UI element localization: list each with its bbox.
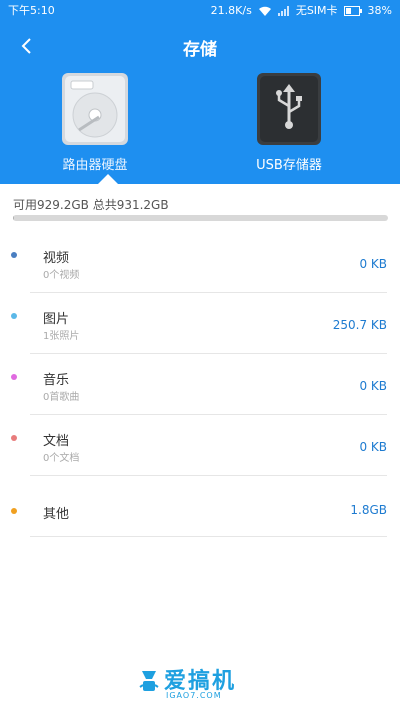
device-label-router: 路由器硬盘 xyxy=(62,158,128,173)
capacity-text: 可用929.2GB 总共931.2GB xyxy=(13,198,169,212)
category-dot-video xyxy=(11,252,17,258)
category-name: 音乐 xyxy=(43,373,70,388)
category-item-documents[interactable]: 文档 0个文档 0 KB xyxy=(0,415,400,476)
device-tab-usb-storage[interactable]: USB存储器 xyxy=(229,70,349,173)
category-dot-pictures xyxy=(11,313,17,319)
category-count: 0首歌曲 xyxy=(43,392,80,403)
category-item-music[interactable]: 音乐 0首歌曲 0 KB xyxy=(0,354,400,415)
sim-status: 无SIM卡 xyxy=(295,4,338,17)
usb-drive-icon xyxy=(257,73,321,145)
category-name: 文档 xyxy=(43,434,70,449)
battery-icon xyxy=(343,6,362,16)
category-list: 视频 0个视频 0 KB 图片 1张照片 250.7 KB 音乐 0首歌曲 0 … xyxy=(0,232,400,537)
capacity-bar-fill xyxy=(13,215,14,221)
category-count: 1张照片 xyxy=(43,331,80,342)
category-dot-other xyxy=(11,508,17,514)
category-size: 250.7 KB xyxy=(332,318,387,332)
category-size: 0 KB xyxy=(359,257,387,271)
watermark: 爱搞机 IGAO7.COM xyxy=(138,665,268,705)
watermark-logo-icon xyxy=(139,671,159,691)
device-tab-router-disk[interactable]: 路由器硬盘 xyxy=(35,70,155,173)
category-item-video[interactable]: 视频 0个视频 0 KB xyxy=(0,232,400,293)
capacity-bar xyxy=(13,215,388,221)
category-name: 视频 xyxy=(43,251,70,266)
page-title: 存储 xyxy=(183,40,217,60)
category-item-pictures[interactable]: 图片 1张照片 250.7 KB xyxy=(0,293,400,354)
category-size: 0 KB xyxy=(359,440,387,454)
category-name: 图片 xyxy=(43,312,70,327)
category-item-other[interactable]: 其他 1.8GB xyxy=(0,476,400,537)
device-label-usb: USB存储器 xyxy=(256,158,322,173)
status-time: 下午5:10 xyxy=(8,4,55,17)
category-size: 1.8GB xyxy=(350,503,387,517)
signal-icon xyxy=(277,6,290,16)
category-count: 0个文档 xyxy=(43,453,80,464)
network-speed: 21.8K/s xyxy=(210,4,252,17)
wifi-icon xyxy=(258,6,272,17)
selected-tab-indicator xyxy=(98,174,118,184)
hard-drive-icon xyxy=(62,73,128,145)
title-bar: 存储 xyxy=(0,22,400,70)
category-dot-music xyxy=(11,374,17,380)
battery-level: 38% xyxy=(367,4,392,17)
category-name: 其他 xyxy=(43,507,70,522)
category-dot-documents xyxy=(11,435,17,441)
status-bar: 下午5:10 21.8K/s 无SIM卡 38% xyxy=(0,0,400,22)
category-count: 0个视频 xyxy=(43,270,80,281)
divider xyxy=(30,536,387,537)
header: 下午5:10 21.8K/s 无SIM卡 38% 存储 路由器硬盘 USB存储器 xyxy=(0,0,400,184)
category-size: 0 KB xyxy=(359,379,387,393)
watermark-url: IGAO7.COM xyxy=(166,691,222,700)
